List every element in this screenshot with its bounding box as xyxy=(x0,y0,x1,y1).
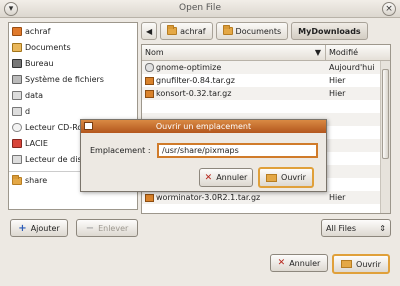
dialog-open-button[interactable]: Ouvrir xyxy=(258,167,314,188)
cdrom-icon xyxy=(12,122,22,132)
cancel-icon: ✕ xyxy=(204,172,213,183)
file-filter-select[interactable]: All Files ⇕ xyxy=(321,219,391,237)
archive-icon xyxy=(145,193,154,202)
external-drive-icon xyxy=(12,138,22,148)
remove-bookmark-button[interactable]: − Enlever xyxy=(76,219,138,237)
archive-icon xyxy=(145,89,154,98)
documents-folder-icon xyxy=(12,42,22,52)
file-row[interactable]: worminator-3.0R2.1.tar.gz Hier xyxy=(142,191,390,204)
drive-icon xyxy=(12,106,22,116)
place-d[interactable]: d xyxy=(9,103,137,119)
add-bookmark-button[interactable]: + Ajouter xyxy=(10,219,68,237)
chevron-updown-icon: ⇕ xyxy=(379,223,386,233)
column-label: Modifié xyxy=(329,48,359,57)
place-label: Système de fichiers xyxy=(25,74,104,84)
cancel-icon: ✕ xyxy=(277,258,286,268)
home-icon xyxy=(12,26,22,36)
place-label: data xyxy=(25,90,44,100)
drive-icon xyxy=(12,90,22,100)
button-label: Ouvrir xyxy=(281,173,306,182)
crumb-documents[interactable]: Documents xyxy=(215,22,289,40)
folder-icon xyxy=(12,174,22,185)
location-label: Emplacement : xyxy=(90,146,151,155)
location-dialog: Ouvrir un emplacement Emplacement : /usr… xyxy=(80,119,327,192)
column-label: Nom xyxy=(145,48,164,57)
place-label: Lecteur CD-Ro xyxy=(25,122,83,132)
crumb-label: achraf xyxy=(180,26,206,36)
file-name: gnufilter-0.84.tar.gz xyxy=(156,76,235,85)
place-label: Lecteur de dis xyxy=(25,154,82,164)
path-bar: ◀ achraf Documents MyDownloads xyxy=(141,22,368,40)
button-label: Annuler xyxy=(289,258,321,268)
place-label: Bureau xyxy=(25,58,54,68)
place-label: share xyxy=(25,176,48,185)
column-modified-header[interactable]: Modifié xyxy=(326,45,390,60)
column-name-header[interactable]: Nom ▼ xyxy=(142,45,326,60)
path-back-button[interactable]: ◀ xyxy=(141,22,158,40)
folder-icon xyxy=(222,25,233,35)
file-name: worminator-3.0R2.1.tar.gz xyxy=(156,193,261,202)
place-filesystem[interactable]: Système de fichiers xyxy=(9,71,137,87)
file-list-scrollbar[interactable] xyxy=(380,61,390,213)
scrollbar-thumb[interactable] xyxy=(382,69,389,159)
window-titlebar: ▾ Open File × xyxy=(0,0,400,18)
file-row[interactable]: gnome-optimize Aujourd'hui xyxy=(142,61,390,74)
sort-down-icon: ▼ xyxy=(314,48,321,57)
place-label: d xyxy=(25,106,31,116)
open-folder-icon xyxy=(341,260,353,268)
button-label: Ouvrir xyxy=(356,259,381,269)
desktop-icon xyxy=(12,58,22,68)
dialog-cancel-button[interactable]: ✕ Annuler xyxy=(199,168,253,187)
button-label: Enlever xyxy=(98,223,129,233)
place-label: LACIE xyxy=(25,138,48,148)
file-name: konsort-0.32.tar.gz xyxy=(156,89,232,98)
file-name: gnome-optimize xyxy=(156,63,222,72)
home-folder-icon xyxy=(167,25,178,35)
window-title: Open File xyxy=(179,3,221,13)
file-row[interactable] xyxy=(142,100,390,113)
crumb-mydownloads[interactable]: MyDownloads xyxy=(291,22,368,40)
location-dialog-titlebar: Ouvrir un emplacement xyxy=(81,120,326,133)
crumb-label: Documents xyxy=(235,26,282,36)
filesystem-icon xyxy=(12,74,22,84)
place-bureau[interactable]: Bureau xyxy=(9,55,137,71)
plus-icon: + xyxy=(18,222,27,234)
button-label: Ajouter xyxy=(30,223,60,233)
file-row[interactable]: konsort-0.32.tar.gz Hier xyxy=(142,87,390,100)
cancel-button[interactable]: ✕ Annuler xyxy=(270,254,328,272)
archive-icon xyxy=(145,76,154,85)
crumb-achraf[interactable]: achraf xyxy=(160,22,213,40)
place-data[interactable]: data xyxy=(9,87,137,103)
chevron-left-icon: ◀ xyxy=(146,26,153,36)
place-label: achraf xyxy=(25,26,51,36)
drive-icon xyxy=(12,154,22,164)
executable-icon xyxy=(145,63,154,72)
filter-value: All Files xyxy=(326,223,357,233)
button-label: Annuler xyxy=(216,173,248,182)
close-icon[interactable]: × xyxy=(382,2,396,16)
file-row[interactable]: gnufilter-0.84.tar.gz Hier xyxy=(142,74,390,87)
place-label: Documents xyxy=(25,42,71,52)
open-button[interactable]: Ouvrir xyxy=(332,254,390,274)
minus-icon: − xyxy=(85,222,95,234)
open-folder-icon xyxy=(266,173,278,182)
place-achraf[interactable]: achraf xyxy=(9,23,137,39)
window-icon xyxy=(84,122,93,130)
location-input[interactable]: /usr/share/pixmaps xyxy=(157,143,318,158)
dialog-title: Ouvrir un emplacement xyxy=(155,122,252,131)
file-list-header: Nom ▼ Modifié xyxy=(142,45,390,61)
place-documents[interactable]: Documents xyxy=(9,39,137,55)
crumb-label: MyDownloads xyxy=(298,26,361,36)
